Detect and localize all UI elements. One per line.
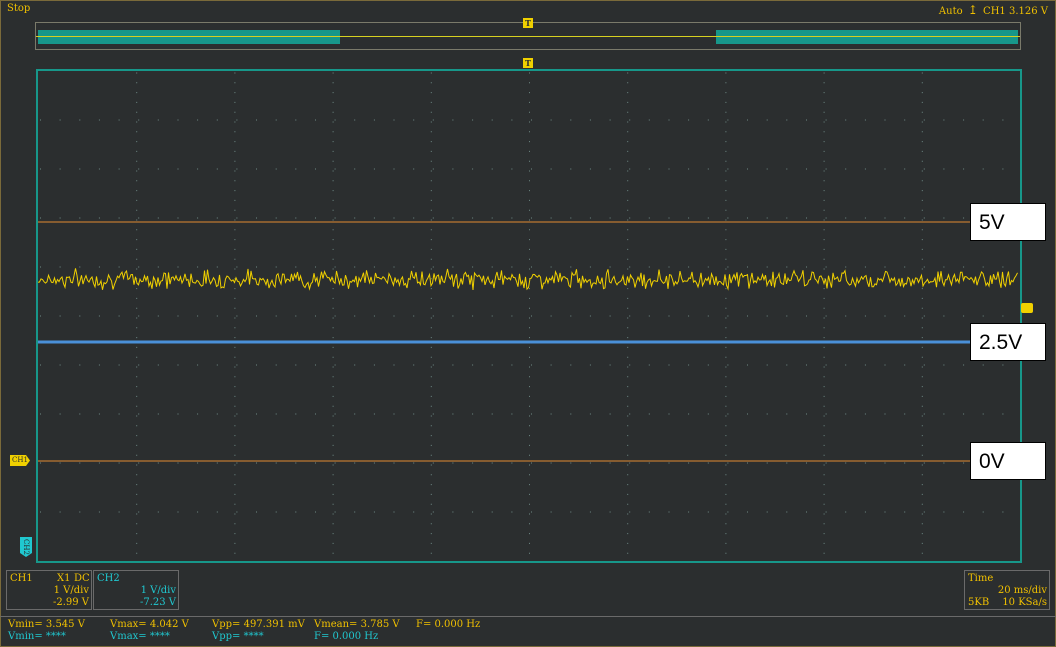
trigger-mode: Auto — [938, 6, 963, 17]
overview-offscreen-left — [38, 30, 340, 44]
ref-label-2-5v: 2.5V — [970, 323, 1046, 361]
trigger-level-marker[interactable] — [1021, 303, 1033, 313]
waveform-grid — [38, 72, 1020, 554]
ch1-settings-panel[interactable]: CH1 X1 DC 1 V/div -2.99 V — [6, 570, 92, 610]
trigger-level: 3.126 V — [1008, 6, 1048, 17]
overview-trigger-marker[interactable]: T — [523, 18, 533, 28]
ch2-ground-marker[interactable]: CH2 — [20, 537, 32, 557]
time-title: Time — [968, 573, 994, 584]
ch1-freq: F= 0.000 Hz — [416, 619, 481, 630]
ch1-vpp: Vpp= 497.391 mV — [212, 619, 305, 630]
ch1-probe: X1 — [57, 573, 71, 584]
ref-label-0v: 0V — [970, 442, 1046, 480]
timebase-value: 20 ms/div — [997, 585, 1047, 596]
ch2-vmax: Vmax= **** — [110, 631, 170, 642]
ref-label-5v: 5V — [970, 203, 1046, 241]
ch1-vmin: Vmin= 3.545 V — [8, 619, 85, 630]
trigger-status: Auto ↥ CH1 3.126 V — [939, 3, 1048, 17]
sample-rate: 10 KSa/s — [1002, 597, 1047, 608]
ch1-vmean: Vmean= 3.785 V — [314, 619, 400, 630]
trigger-position-marker[interactable]: T — [523, 58, 533, 68]
ch1-vmax: Vmax= 4.042 V — [110, 619, 189, 630]
memory-depth: 5KB — [968, 597, 990, 608]
waveform-display[interactable] — [36, 69, 1022, 563]
ch1-ground-marker[interactable]: CH1 — [10, 455, 30, 466]
measurement-bar: Vmin= 3.545 V Vmax= 4.042 V Vpp= 497.391… — [0, 616, 1056, 647]
overview-trace — [36, 36, 1020, 37]
ch1-offset: -2.99 V — [52, 597, 89, 608]
grid-dots — [40, 72, 1004, 554]
run-state: Stop — [7, 3, 31, 14]
rising-edge-icon: ↥ — [967, 3, 978, 17]
ch1-scale: 1 V/div — [53, 585, 89, 596]
ch2-name: CH2 — [97, 573, 120, 584]
ch1-coupling: DC — [74, 573, 90, 584]
ch2-offset: -7.23 V — [139, 597, 176, 608]
ch1-name: CH1 — [10, 573, 33, 584]
ch2-scale: 1 V/div — [140, 585, 176, 596]
overview-offscreen-right — [716, 30, 1018, 44]
ch2-vpp: Vpp= **** — [212, 631, 264, 642]
ch2-vmin: Vmin= **** — [8, 631, 66, 642]
ch2-freq: F= 0.000 Hz — [314, 631, 379, 642]
ch2-settings-panel[interactable]: CH2 1 V/div -7.23 V — [93, 570, 179, 610]
trigger-source: CH1 — [983, 6, 1006, 17]
timebase-panel[interactable]: Time 20 ms/div 5KB 10 KSa/s — [964, 570, 1050, 610]
ch1-trace — [38, 268, 1018, 291]
